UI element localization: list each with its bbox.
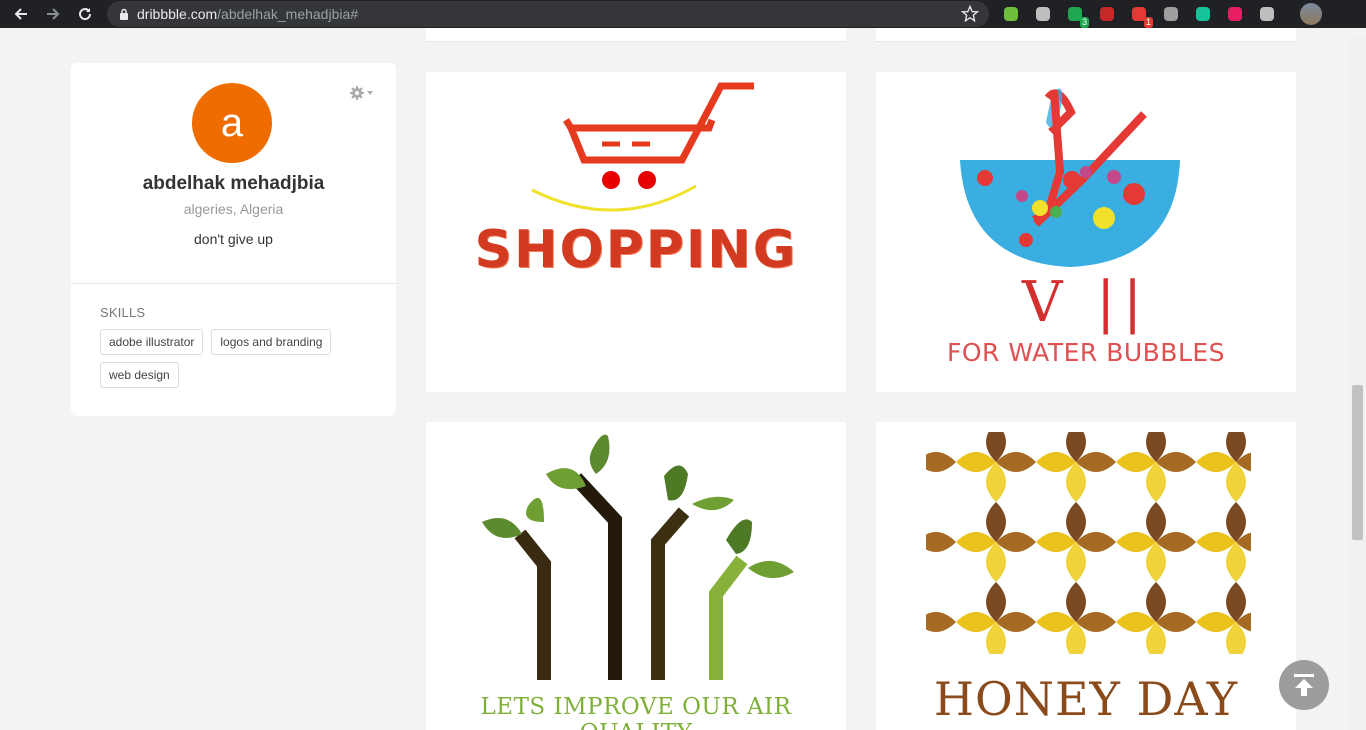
evernote-ext-icon[interactable] [1000,3,1022,25]
bowl-illustration [960,88,1180,267]
page-scrollbar[interactable] [1349,35,1366,730]
reload-button[interactable] [72,1,98,27]
skills-heading: SKILLS [100,305,146,320]
honey-pattern-illustration [926,432,1251,654]
skill-tag[interactable]: adobe illustrator [100,329,204,355]
gear-icon [350,86,373,100]
scrollbar-thumb[interactable] [1352,385,1363,540]
star-icon[interactable] [961,5,979,23]
pdf-ext-icon[interactable] [1096,3,1118,25]
extensions-bar: 31 [1000,3,1278,28]
scroll-to-top-button[interactable] [1279,660,1329,710]
skill-tag[interactable]: logos and branding [211,329,332,355]
shot-title-text: LETS IMPROVE OUR AIR QUALITY [480,694,792,730]
profile-card: a abdelhak mehadjbia algeries, Algeria d… [71,63,396,416]
shot-title-text: SHOPPING [474,220,798,280]
colorpick-ext-icon[interactable] [1224,3,1246,25]
shot-title-text: V || [1022,270,1150,335]
settings-menu-button[interactable] [350,85,376,106]
profile-name[interactable]: abdelhak mehadjbia [71,173,396,195]
forward-button[interactable] [40,1,66,27]
shot-card-shopping[interactable]: SHOPPING [426,72,846,392]
chevron-down-icon [367,91,373,95]
shot-card-air-quality[interactable]: LETS IMPROVE OUR AIR QUALITY [426,422,846,730]
shot-card-partial[interactable] [876,28,1296,42]
vimium-ext-icon[interactable] [1256,3,1278,25]
lock-icon [120,8,128,20]
divider [71,283,396,284]
bing-ext-icon[interactable] [1032,3,1054,25]
reload-icon [79,8,92,21]
profile-bio: don't give up [194,231,273,247]
m-ext-icon[interactable] [1160,3,1182,25]
shot-card-honey-day[interactable]: HONEY DAY [876,422,1296,730]
arrow-up-icon [1294,674,1314,696]
url-domain: dribbble.com [137,6,218,22]
grammarly-ext-icon[interactable] [1192,3,1214,25]
back-button[interactable] [8,1,34,27]
browser-toolbar: dribbble.com/abdelhak_mehadjbia# 31 [0,0,1366,28]
address-bar[interactable]: dribbble.com/abdelhak_mehadjbia# [107,1,989,27]
shot-subtitle-text: FOR WATER BUBBLES [946,338,1226,367]
arrow-right-icon [47,8,60,20]
shot-card-partial[interactable] [426,28,846,42]
shopping-cart-icon [531,82,754,212]
shot-card-water-bubbles[interactable]: V || FOR WATER BUBBLES [876,72,1296,392]
url-path: /abdelhak_mehadjbia# [217,6,359,22]
todo-check-ext-icon[interactable]: 3 [1064,3,1089,28]
shot-title-text: HONEY DAY [933,672,1239,726]
arrow-left-icon [14,8,27,20]
profile-location: algeries, Algeria [183,201,284,217]
skill-tag[interactable]: web design [100,362,179,388]
avatar[interactable]: a [192,83,272,163]
skills-list: adobe illustrator logos and branding web… [100,329,380,388]
notification-ext-icon[interactable]: 1 [1128,3,1153,28]
extension-badge: 3 [1079,17,1089,28]
extension-badge: 1 [1143,17,1153,28]
profile-avatar[interactable] [1300,3,1322,25]
plants-illustration [482,434,794,680]
